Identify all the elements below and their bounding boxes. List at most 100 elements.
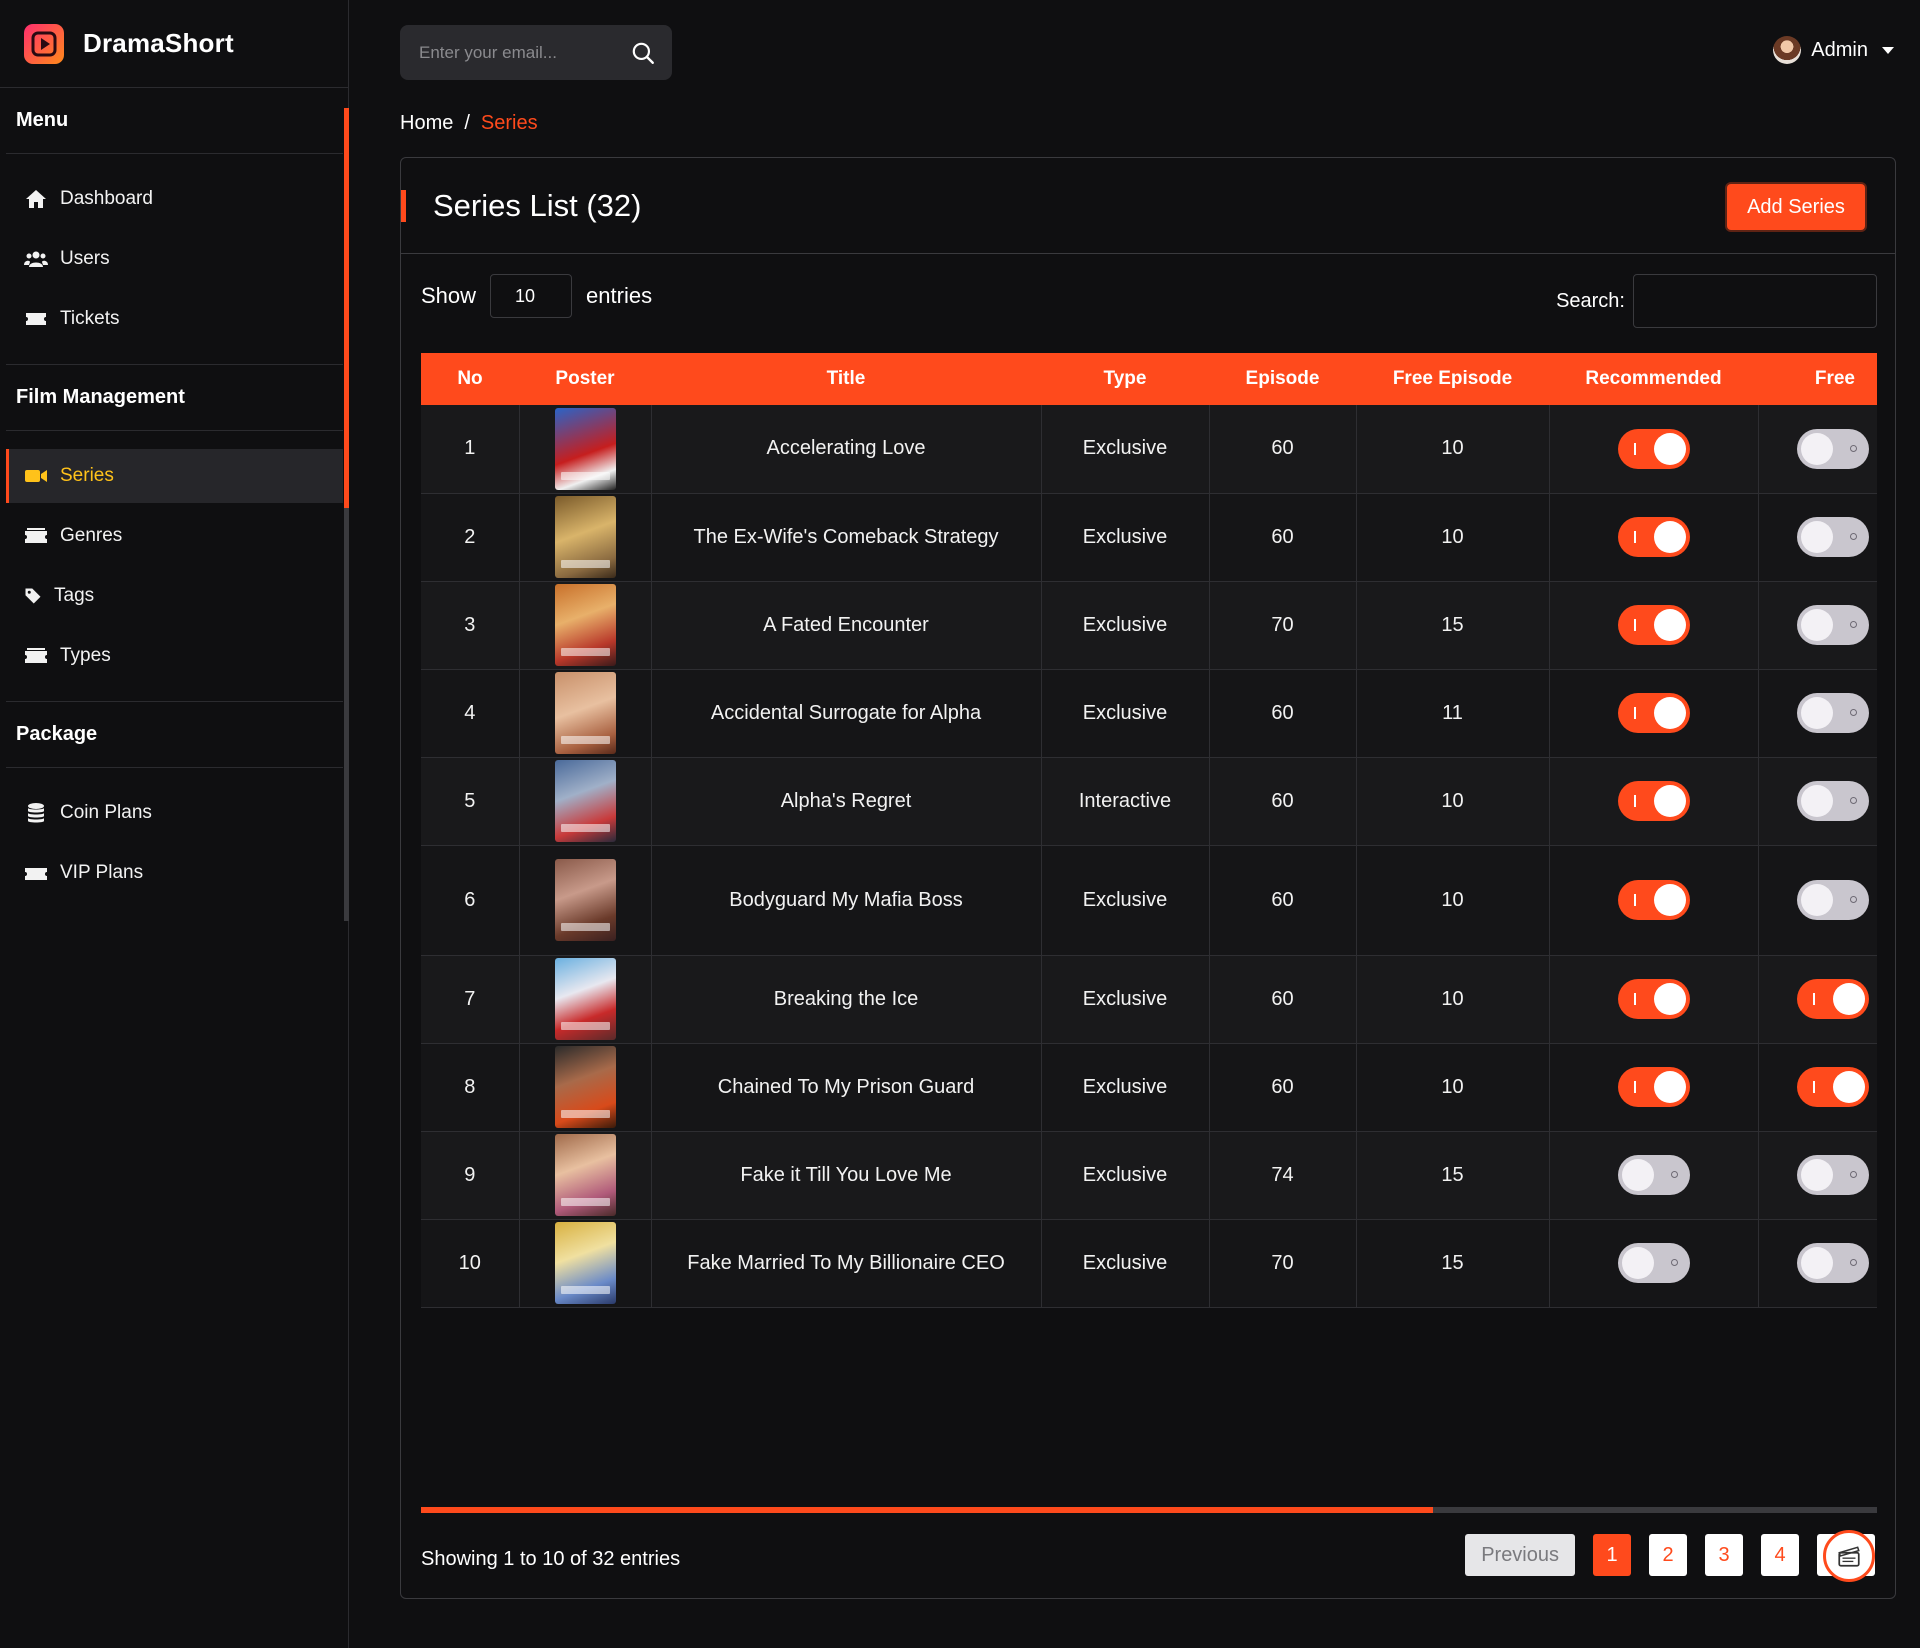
cell-free-episode: 10 — [1356, 1043, 1550, 1132]
toggle-indicator — [1633, 795, 1636, 807]
poster-image[interactable] — [554, 496, 616, 578]
toggle-indicator — [1850, 896, 1857, 903]
poster-image[interactable] — [554, 407, 616, 490]
cell-no: 3 — [421, 581, 520, 670]
recommended-toggle[interactable] — [1617, 517, 1690, 557]
add-series-button[interactable]: Add Series — [1727, 184, 1865, 230]
sidebar-item-dashboard[interactable]: Dashboard — [6, 172, 343, 226]
sidebar-scrollbar-track[interactable] — [344, 508, 349, 921]
free-toggle[interactable] — [1797, 605, 1869, 645]
previous-page-button[interactable]: Previous — [1465, 1534, 1575, 1576]
poster-image[interactable] — [554, 1222, 616, 1304]
breadcrumb-current: Series — [480, 112, 538, 134]
recommended-toggle[interactable] — [1617, 1243, 1690, 1283]
entries-select[interactable]: 10 — [490, 274, 573, 318]
column-header[interactable]: Poster — [519, 353, 651, 405]
entries-length: Show 10 entries — [421, 274, 652, 318]
sidebar-item-series[interactable]: Series — [6, 449, 343, 503]
sidebar-scrollbar-thumb[interactable] — [344, 108, 349, 508]
column-header[interactable]: Title — [651, 353, 1041, 405]
page-button-3[interactable]: 3 — [1705, 1534, 1743, 1576]
sidebar-item-types[interactable]: Types — [6, 629, 343, 683]
section-title-menu: Menu — [6, 88, 343, 154]
toggle-knob — [1621, 1247, 1654, 1279]
cell-recommended — [1549, 493, 1759, 582]
search-input[interactable] — [419, 42, 619, 63]
table-search-input[interactable] — [1633, 274, 1877, 328]
brand-logo-icon — [24, 23, 64, 64]
brand[interactable]: DramaShort — [0, 0, 348, 88]
recommended-toggle[interactable] — [1617, 781, 1690, 821]
column-header[interactable]: No — [421, 353, 519, 405]
sidebar: DramaShort Menu Dashboard Users Tickets … — [0, 0, 349, 1648]
recommended-toggle[interactable] — [1617, 1155, 1690, 1195]
recommended-toggle[interactable] — [1617, 428, 1690, 469]
recommended-toggle[interactable] — [1617, 880, 1690, 920]
poster-image[interactable] — [554, 672, 616, 754]
poster-image[interactable] — [554, 1046, 616, 1128]
cell-recommended — [1549, 1043, 1759, 1132]
recommended-toggle[interactable] — [1617, 979, 1690, 1019]
toggle-knob — [1653, 785, 1686, 817]
poster-image[interactable] — [554, 1134, 616, 1216]
page-button-1[interactable]: 1 — [1593, 1534, 1631, 1576]
search-icon[interactable] — [630, 40, 656, 66]
column-header[interactable]: Episode — [1209, 353, 1356, 405]
column-header[interactable]: Type — [1041, 353, 1209, 405]
free-toggle[interactable] — [1797, 880, 1869, 920]
column-header[interactable]: Recommended — [1549, 353, 1758, 405]
toggle-knob — [1801, 697, 1833, 729]
sidebar-item-users[interactable]: Users — [6, 232, 343, 286]
toggle-knob — [1833, 983, 1865, 1015]
toggle-knob — [1801, 432, 1833, 465]
toggle-indicator — [1850, 1259, 1857, 1266]
next-page-button[interactable]: N — [1817, 1530, 1875, 1582]
free-toggle[interactable] — [1797, 428, 1869, 469]
user-menu[interactable]: Admin — [1773, 36, 1894, 64]
cell-title: Fake Married To My Billionaire CEO — [651, 1219, 1042, 1308]
column-header[interactable]: Free — [1758, 353, 1877, 405]
free-toggle[interactable] — [1797, 781, 1869, 821]
sidebar-item-vip-plans[interactable]: VIP Plans — [6, 846, 343, 900]
free-toggle[interactable] — [1797, 1155, 1869, 1195]
recommended-toggle[interactable] — [1617, 693, 1690, 733]
page-button-4[interactable]: 4 — [1761, 1534, 1799, 1576]
poster-image[interactable] — [554, 760, 616, 842]
sidebar-item-tags[interactable]: Tags — [6, 569, 343, 623]
sidebar-item-tickets[interactable]: Tickets — [6, 292, 343, 346]
section-title-package: Package — [6, 702, 343, 768]
poster-image[interactable] — [554, 584, 616, 666]
cell-recommended — [1549, 1219, 1759, 1308]
series-table: No Poster Title Type Episode Free Episod… — [421, 353, 1877, 1308]
column-header[interactable]: Free Episode — [1356, 353, 1549, 405]
cell-no: 6 — [421, 845, 520, 956]
floating-action-button[interactable] — [1823, 1530, 1875, 1582]
recommended-toggle[interactable] — [1617, 1067, 1690, 1107]
cell-poster — [519, 955, 652, 1044]
table-horizontal-scrollbar[interactable] — [421, 1507, 1877, 1513]
toggle-knob — [1801, 1159, 1833, 1191]
toggle-knob — [1801, 1247, 1833, 1279]
cell-title: Fake it Till You Love Me — [651, 1131, 1042, 1220]
free-toggle[interactable] — [1797, 693, 1869, 733]
coins-icon — [28, 803, 44, 823]
free-toggle[interactable] — [1797, 517, 1869, 557]
scrollbar-thumb[interactable] — [421, 1507, 1433, 1513]
breadcrumb-home[interactable]: Home — [400, 112, 453, 135]
poster-image[interactable] — [554, 859, 616, 941]
free-toggle[interactable] — [1797, 979, 1869, 1019]
cell-free-episode: 10 — [1356, 955, 1550, 1044]
cell-title: Chained To My Prison Guard — [651, 1043, 1042, 1132]
cell-poster — [519, 1219, 652, 1308]
sidebar-item-genres[interactable]: Genres — [6, 509, 343, 563]
sidebar-item-coin-plans[interactable]: Coin Plans — [6, 786, 343, 840]
entries-label: entries — [586, 283, 653, 308]
toggle-indicator — [1633, 993, 1636, 1005]
table-header-row: No Poster Title Type Episode Free Episod… — [421, 353, 1877, 405]
free-toggle[interactable] — [1797, 1243, 1869, 1283]
recommended-toggle[interactable] — [1617, 605, 1690, 645]
page-button-2[interactable]: 2 — [1649, 1534, 1687, 1576]
poster-image[interactable] — [554, 958, 616, 1040]
free-toggle[interactable] — [1797, 1067, 1869, 1107]
toggle-indicator — [1633, 531, 1636, 543]
